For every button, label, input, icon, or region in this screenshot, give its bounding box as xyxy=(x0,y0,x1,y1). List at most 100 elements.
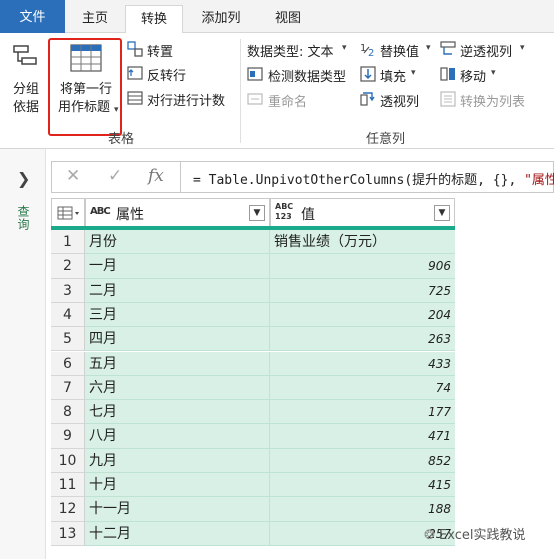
filter-dropdown-icon[interactable]: ▼ xyxy=(249,205,265,221)
column-header-label: 属性 xyxy=(116,207,144,223)
formula-string: "属性 xyxy=(524,173,554,188)
pivot-column-icon xyxy=(360,92,375,106)
row-number[interactable]: 6 xyxy=(51,351,85,376)
attribute-cell[interactable]: 月份 xyxy=(85,230,270,255)
value-cell[interactable]: 471 xyxy=(270,424,455,449)
column-header-value[interactable]: ABC 123 值 ▼ xyxy=(270,198,455,228)
attribute-cell[interactable]: 一月 xyxy=(85,254,270,279)
attribute-cell[interactable]: 八月 xyxy=(85,424,270,449)
rename-label: 重命名 xyxy=(268,95,308,110)
convert-to-list-label: 转换为列表 xyxy=(460,95,526,110)
text-type-icon[interactable]: ABC xyxy=(90,206,111,217)
tab-home[interactable]: 主页 xyxy=(70,5,120,33)
attribute-cell[interactable]: 四月 xyxy=(85,327,270,352)
row-number[interactable]: 11 xyxy=(51,473,85,498)
dropdown-caret-icon: ▾ xyxy=(426,43,431,53)
commit-icon[interactable]: ✓ xyxy=(108,166,122,186)
row-number[interactable]: 12 xyxy=(51,497,85,522)
attribute-cell[interactable]: 五月 xyxy=(85,351,270,376)
table-row: 8 七月 177 xyxy=(51,400,455,425)
filter-dropdown-icon[interactable]: ▼ xyxy=(434,205,450,221)
table-header-icon xyxy=(70,44,102,72)
value-cell[interactable]: 177 xyxy=(270,400,455,425)
formula-bar: ✕ ✓ fx = Table.UnpivotOtherColumns(提升的标题… xyxy=(51,161,554,193)
table-row: 12 十一月 188 xyxy=(51,497,455,522)
row-number[interactable]: 10 xyxy=(51,448,85,473)
queries-pane-label[interactable]: 查询 xyxy=(14,205,32,231)
pivot-column-label: 透视列 xyxy=(380,95,420,110)
row-number[interactable]: 1 xyxy=(51,230,85,255)
dropdown-caret-icon: ▾ xyxy=(114,105,119,115)
formula-text[interactable]: = Table.UnpivotOtherColumns(提升的标题, {}, "… xyxy=(193,169,554,188)
row-number[interactable]: 4 xyxy=(51,302,85,328)
value-cell[interactable]: 415 xyxy=(270,473,455,498)
attribute-cell[interactable]: 六月 xyxy=(85,375,270,401)
group-by-label-2: 依据 xyxy=(12,100,39,115)
row-number[interactable]: 8 xyxy=(51,400,85,425)
attribute-cell[interactable]: 七月 xyxy=(85,400,270,425)
row-number[interactable]: 13 xyxy=(51,521,85,546)
any-type-icon[interactable]: ABC 123 xyxy=(275,202,293,222)
reverse-rows-label: 反转行 xyxy=(147,69,187,84)
attribute-cell[interactable]: 十二月 xyxy=(85,521,270,546)
column-header-attribute[interactable]: ABC 属性 ▼ xyxy=(85,198,270,228)
column-header-label: 值 xyxy=(301,207,315,223)
replace-values-label: 替换值 xyxy=(380,45,420,60)
detect-type-icon xyxy=(247,67,263,81)
attribute-cell[interactable]: 二月 xyxy=(85,278,270,303)
dropdown-caret-icon: ▾ xyxy=(411,68,416,78)
table-row: 1 月份 销售业绩（万元） xyxy=(51,230,455,255)
row-number[interactable]: 3 xyxy=(51,278,85,303)
group-by-label-1: 分组 xyxy=(12,82,39,97)
watermark: ❂ Excel实践教说 xyxy=(424,524,525,543)
group-label-table: 表格 xyxy=(108,132,135,147)
value-cell[interactable]: 263 xyxy=(270,327,455,352)
fx-icon[interactable]: fx xyxy=(148,166,164,186)
attribute-cell[interactable]: 十一月 xyxy=(85,497,270,522)
tab-view[interactable]: 视图 xyxy=(262,5,314,33)
ribbon-tab-bar: 文件 主页 转换 添加列 视图 xyxy=(0,0,554,34)
table-row: 2 一月 906 xyxy=(51,254,455,279)
value-cell[interactable]: 725 xyxy=(270,278,455,303)
table-row: 3 二月 725 xyxy=(51,278,455,303)
table-row: 7 六月 74 xyxy=(51,375,455,401)
value-cell[interactable]: 906 xyxy=(270,254,455,279)
value-cell[interactable]: 188 xyxy=(270,497,455,522)
attribute-cell[interactable]: 九月 xyxy=(85,448,270,473)
value-cell[interactable]: 204 xyxy=(270,302,455,328)
value-cell[interactable]: 74 xyxy=(270,375,455,401)
expand-pane-icon[interactable]: ❯ xyxy=(17,169,30,188)
row-number[interactable]: 2 xyxy=(51,254,85,279)
value-cell[interactable]: 销售业绩（万元） xyxy=(270,230,455,255)
attribute-cell[interactable]: 十月 xyxy=(85,473,270,498)
use-first-row-label-2: 用作标题 xyxy=(57,100,110,115)
cancel-icon[interactable]: ✕ xyxy=(66,166,80,186)
tab-file[interactable]: 文件 xyxy=(0,0,65,33)
value-cell[interactable]: 852 xyxy=(270,448,455,473)
row-number[interactable]: 7 xyxy=(51,375,85,401)
rename-icon xyxy=(247,93,263,105)
detect-data-type-label: 检测数据类型 xyxy=(268,70,347,85)
formula-buttons: ✕ ✓ fx xyxy=(52,162,181,192)
attribute-cell[interactable]: 三月 xyxy=(85,302,270,328)
unpivot-columns-label: 逆透视列 xyxy=(460,45,513,60)
table-menu-header[interactable] xyxy=(51,198,85,228)
tab-add-column[interactable]: 添加列 xyxy=(190,5,252,33)
tab-transform[interactable]: 转换 xyxy=(125,5,183,34)
value-cell[interactable]: 433 xyxy=(270,351,455,376)
table-row: 11 十月 415 xyxy=(51,473,455,498)
watermark-text: Excel实践教说 xyxy=(439,528,526,543)
dropdown-caret-icon: ▾ xyxy=(520,43,525,53)
move-label: 移动 xyxy=(460,70,487,85)
count-rows-label: 对行进行计数 xyxy=(147,94,226,109)
table-row: 4 三月 204 xyxy=(51,302,455,328)
formula-prefix: = Table.UnpivotOtherColumns(提升的标题, {}, xyxy=(193,173,525,188)
row-number[interactable]: 5 xyxy=(51,327,85,352)
unpivot-icon xyxy=(440,41,456,55)
row-number[interactable]: 9 xyxy=(51,424,85,449)
convert-to-list-icon xyxy=(440,91,456,107)
move-icon xyxy=(440,67,455,81)
ribbon: 分组 依据 将第一行 用作标题 ▾ 转置 反转行 对行进行计数 表格 数据类型:… xyxy=(0,33,554,149)
ribbon-separator xyxy=(240,39,241,143)
replace-values-icon: 1 2 xyxy=(360,43,374,57)
